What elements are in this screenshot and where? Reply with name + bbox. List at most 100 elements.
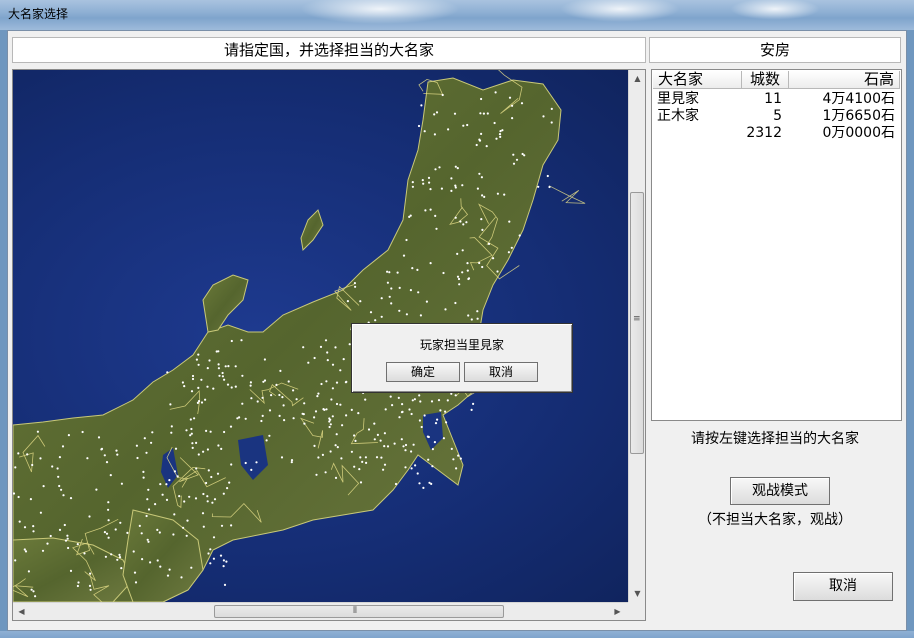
castle-dot — [373, 438, 376, 441]
castle-dot — [206, 448, 209, 451]
castle-dot — [446, 399, 449, 402]
province-border — [548, 185, 586, 204]
castle-dot — [236, 417, 239, 420]
castle-dot — [66, 534, 69, 537]
castle-dot — [23, 526, 27, 529]
castle-dot — [346, 300, 349, 303]
castle-dot — [202, 450, 205, 453]
castle-dot — [410, 412, 413, 416]
scroll-left-arrow-icon[interactable]: ◀ — [13, 603, 30, 620]
scroll-up-arrow-icon[interactable]: ▲ — [629, 70, 646, 87]
watch-mode-button[interactable]: 观战模式 — [730, 477, 830, 505]
castle-dot — [217, 367, 220, 370]
clan-koku: 0万0000石 — [822, 125, 895, 141]
castle-dot — [467, 277, 471, 280]
castle-dot — [353, 282, 356, 285]
castle-dot — [507, 251, 510, 254]
castle-dot — [444, 308, 447, 311]
castle-dot — [230, 386, 233, 389]
castle-dot — [223, 583, 227, 587]
castle-dot — [454, 184, 457, 187]
castle-dot — [60, 488, 63, 491]
castle-dot — [465, 221, 468, 224]
castle-dot — [481, 228, 484, 231]
horizontal-scroll-thumb[interactable]: ⦀ — [214, 605, 504, 618]
castle-dot — [359, 456, 362, 459]
map-horizontal-scrollbar[interactable]: ◀ ⦀ ▶ — [13, 602, 628, 620]
castle-dot — [339, 403, 342, 406]
castle-dot — [280, 456, 284, 459]
confirm-button[interactable]: 确定 — [386, 362, 460, 382]
castle-dot — [417, 124, 421, 128]
castle-dot — [461, 249, 464, 252]
castle-dot — [195, 358, 198, 361]
castle-dot — [30, 588, 33, 591]
castle-dot — [383, 463, 387, 466]
castle-dot — [120, 567, 123, 570]
column-header-koku[interactable]: 石高 — [789, 71, 900, 89]
castle-dot — [302, 346, 305, 349]
castle-dot — [433, 133, 436, 136]
castle-dot — [431, 448, 434, 451]
table-row[interactable]: 2312 0万0000石 — [653, 125, 900, 141]
castle-dot — [185, 429, 188, 432]
castle-dot — [197, 386, 200, 389]
castle-dot — [41, 549, 45, 552]
table-row[interactable]: 正木家 5 1万6650石 — [653, 108, 900, 124]
castle-dot — [76, 584, 79, 588]
castle-dot — [261, 414, 264, 417]
castle-dot — [453, 112, 457, 115]
castle-dot — [282, 404, 285, 407]
castle-dot — [230, 463, 233, 466]
castle-dot — [357, 412, 360, 415]
castle-dot — [24, 550, 28, 553]
castle-dot — [183, 500, 186, 503]
castle-dot — [103, 454, 106, 457]
table-row[interactable]: 里見家 11 4万4100石 — [653, 91, 900, 107]
castle-dot — [287, 380, 290, 383]
castle-dot — [480, 218, 483, 221]
scrollbar-corner — [628, 602, 645, 620]
column-header-clan[interactable]: 大名家 — [653, 71, 742, 89]
scroll-down-arrow-icon[interactable]: ▼ — [629, 585, 646, 602]
castle-dot — [132, 550, 135, 553]
castle-dot — [202, 525, 205, 528]
castle-dot — [215, 350, 218, 353]
castle-dot — [151, 431, 154, 434]
castle-dot — [209, 562, 212, 565]
castle-dot — [398, 309, 401, 312]
grip-icon: ≡ — [633, 314, 641, 324]
castle-dot — [230, 339, 233, 343]
castle-dot — [373, 422, 376, 425]
castle-dot — [508, 96, 512, 99]
castle-dot — [107, 508, 110, 511]
map-vertical-scrollbar[interactable]: ▲ ≡ ▼ — [628, 70, 645, 602]
castle-dot — [345, 414, 348, 417]
castle-dot — [508, 220, 511, 223]
castle-dot — [456, 252, 459, 255]
castle-dot — [135, 444, 138, 447]
castle-dot — [190, 566, 193, 569]
castle-dot — [169, 403, 172, 406]
castle-dot — [34, 595, 37, 598]
castle-dot — [422, 182, 425, 185]
castle-dot — [411, 399, 414, 402]
castle-dot — [361, 460, 364, 463]
castle-dot — [335, 402, 339, 406]
castle-dot — [359, 300, 362, 303]
column-header-castles[interactable]: 城数 — [742, 71, 789, 89]
cancel-button[interactable]: 取消 — [793, 572, 893, 601]
castle-dot — [161, 493, 164, 496]
castle-dot — [147, 508, 151, 511]
scroll-right-arrow-icon[interactable]: ▶ — [609, 603, 626, 620]
castle-dot — [316, 395, 319, 398]
castle-dot — [268, 409, 272, 412]
castle-dot — [354, 439, 357, 442]
castle-dot — [390, 302, 393, 305]
castle-dot — [442, 437, 445, 440]
castle-dot — [226, 487, 229, 490]
popup-cancel-button[interactable]: 取消 — [464, 362, 538, 382]
vertical-scroll-thumb[interactable]: ≡ — [630, 192, 644, 454]
castle-dot — [150, 441, 153, 444]
castle-dot — [493, 121, 496, 125]
